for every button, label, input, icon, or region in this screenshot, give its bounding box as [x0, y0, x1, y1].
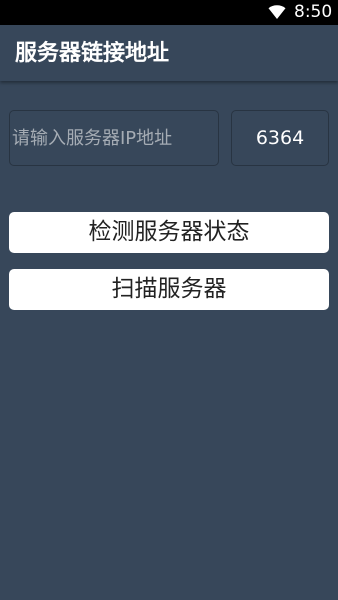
check-server-status-button[interactable]: 检测服务器状态 — [9, 212, 329, 253]
app-bar: 服务器链接地址 — [0, 25, 338, 81]
status-time: 8:50 — [294, 2, 333, 22]
server-address-input[interactable] — [9, 110, 219, 166]
wifi-icon — [268, 5, 286, 19]
server-port-input[interactable] — [231, 110, 329, 166]
page-title: 服务器链接地址 — [15, 41, 170, 66]
status-bar: 8:50 — [0, 0, 338, 25]
scan-server-button[interactable]: 扫描服务器 — [9, 269, 329, 310]
